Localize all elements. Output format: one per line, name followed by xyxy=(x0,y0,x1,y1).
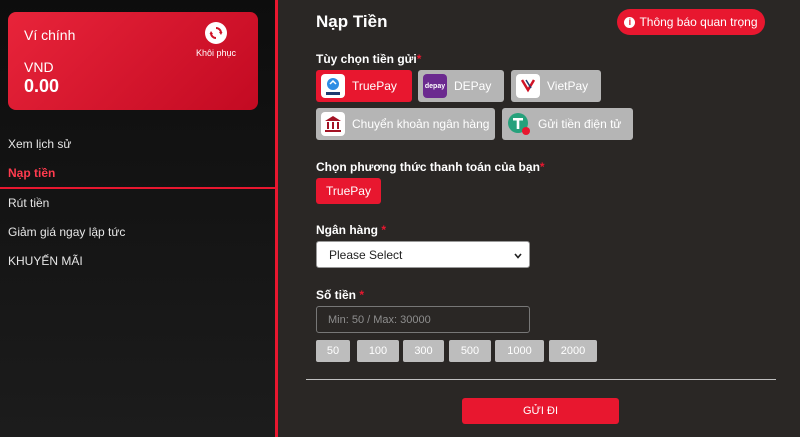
option-depay-label: DEPay xyxy=(454,79,492,93)
quick-amount-100[interactable]: 100 xyxy=(357,340,399,362)
page-title: Nạp Tiền xyxy=(316,12,388,31)
divider xyxy=(306,379,776,380)
option-truepay[interactable]: TruePay xyxy=(316,70,412,102)
deposit-options-label-text: Tùy chọn tiền gửi xyxy=(316,52,417,66)
sidebar-item-withdraw[interactable]: Rút tiền xyxy=(0,189,278,218)
wallet-title: Ví chính xyxy=(24,27,76,43)
option-depay[interactable]: depay DEPay xyxy=(418,70,504,102)
submit-button[interactable]: GỬI ĐI xyxy=(462,398,619,424)
option-vietpay-label: VietPay xyxy=(547,79,589,93)
quick-amount-500[interactable]: 500 xyxy=(449,340,491,362)
bank-icon xyxy=(321,112,345,136)
amount-label: Số tiền * xyxy=(316,288,364,302)
sidebar-item-deposit[interactable]: Nạp tiền xyxy=(0,159,278,189)
info-icon: i xyxy=(624,16,636,28)
payment-method-label-text: Chọn phương thức thanh toán của bạn xyxy=(316,160,540,174)
truepay-logo-icon xyxy=(321,74,345,98)
bank-select[interactable]: Please Select xyxy=(316,241,530,268)
wallet-balance: 0.00 xyxy=(24,76,60,96)
amount-input[interactable] xyxy=(316,306,530,333)
option-crypto-deposit-label: Gửi tiền điện tử xyxy=(538,117,622,131)
bank-label-text: Ngân hàng xyxy=(316,223,378,237)
sidebar: Ví chính VND 0.00 Khôi phục Xem lịch sử … xyxy=(0,0,278,437)
required-marker: * xyxy=(359,288,365,302)
bank-label: Ngân hàng * xyxy=(316,223,386,237)
quick-amount-1000[interactable]: 1000 xyxy=(495,340,544,362)
wallet-currency: VND xyxy=(24,59,54,75)
quick-amount-300[interactable]: 300 xyxy=(403,340,444,362)
option-bank-transfer-label: Chuyển khoản ngân hàng xyxy=(352,117,490,131)
option-crypto-deposit[interactable]: Gửi tiền điện tử xyxy=(502,108,633,140)
depay-logo-icon: depay xyxy=(423,74,447,98)
required-marker: * xyxy=(539,160,545,174)
restore-button[interactable]: Khôi phục xyxy=(186,22,246,74)
payment-method-truepay-button[interactable]: TruePay xyxy=(316,178,381,204)
option-vietpay[interactable]: VietPay xyxy=(511,70,601,102)
important-notice-button[interactable]: i Thông báo quan trọng xyxy=(617,9,765,35)
required-marker: * xyxy=(381,223,387,237)
tether-icon xyxy=(507,112,531,136)
refresh-icon xyxy=(205,22,227,44)
deposit-options-label: Tùy chọn tiền gửi* xyxy=(316,52,421,66)
bank-select-value: Please Select xyxy=(329,247,403,262)
option-truepay-label: TruePay xyxy=(352,79,397,93)
amount-label-text: Số tiền xyxy=(316,288,357,302)
sidebar-menu: Xem lịch sử Nạp tiền Rút tiền Giảm giá n… xyxy=(0,130,278,276)
quick-amount-2000[interactable]: 2000 xyxy=(549,340,597,362)
main-panel: Nạp Tiền i Thông báo quan trọng Tùy chọn… xyxy=(281,0,800,437)
chevron-down-icon xyxy=(513,250,523,264)
sidebar-item-instant-discount[interactable]: Giảm giá ngay lập tức xyxy=(0,218,278,247)
sidebar-item-promotions[interactable]: KHUYẾN MÃI xyxy=(0,247,278,276)
wallet-card: Ví chính VND 0.00 Khôi phục xyxy=(8,12,258,110)
sidebar-item-history[interactable]: Xem lịch sử xyxy=(0,130,278,159)
option-bank-transfer[interactable]: Chuyển khoản ngân hàng xyxy=(316,108,495,140)
required-marker: * xyxy=(416,52,422,66)
restore-label: Khôi phục xyxy=(195,48,237,58)
quick-amount-50[interactable]: 50 xyxy=(316,340,350,362)
vietpay-logo-icon xyxy=(516,74,540,98)
important-notice-label: Thông báo quan trọng xyxy=(639,15,758,29)
payment-method-label: Chọn phương thức thanh toán của bạn* xyxy=(316,160,545,174)
